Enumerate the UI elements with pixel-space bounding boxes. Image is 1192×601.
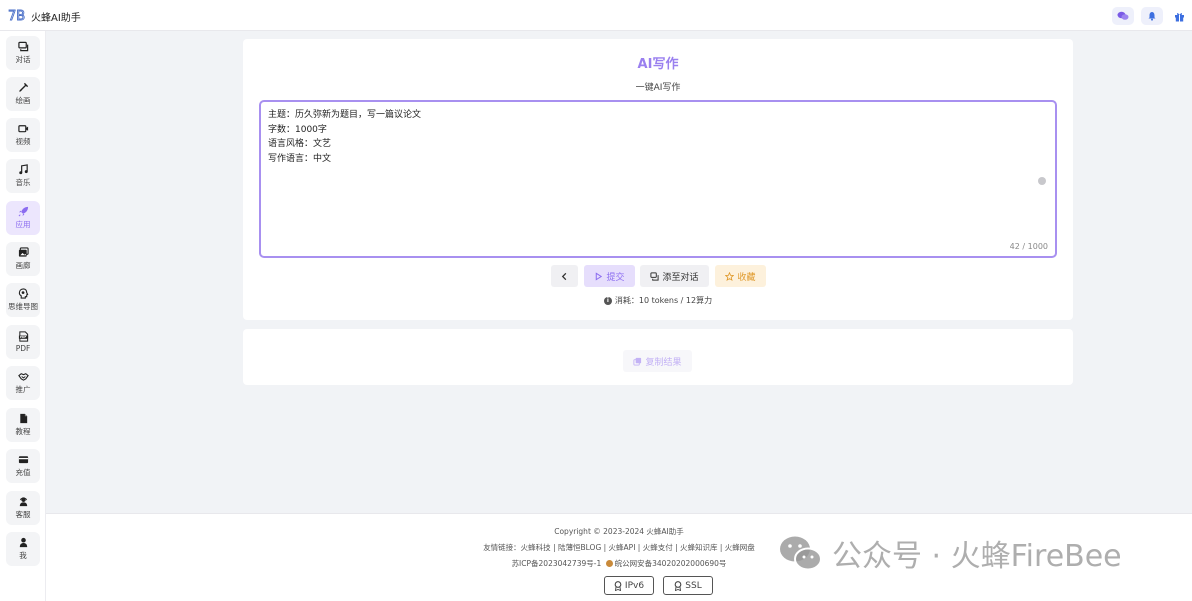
ssl-label: SSL	[685, 580, 702, 591]
bell-icon	[1148, 12, 1156, 21]
copy-icon	[633, 357, 642, 366]
sidebar-item-label: 对话	[15, 55, 31, 64]
ipv6-badge: IPv6	[604, 576, 654, 595]
chevron-left-icon	[561, 272, 567, 280]
gallery-icon	[18, 247, 29, 257]
pdf-icon: PDF	[18, 331, 28, 342]
favorite-label: 收藏	[737, 272, 756, 283]
ssl-badge: SSL	[663, 576, 713, 595]
sidebar-item-pdf[interactable]: PDF PDF	[6, 325, 40, 359]
wechat-logo-icon	[780, 536, 822, 571]
sidebar-item-chat[interactable]: 对话	[6, 36, 40, 70]
back-button[interactable]	[551, 265, 578, 287]
app-logo-icon[interactable]: 7B	[8, 7, 28, 23]
sidebar-item-label: 绘画	[15, 96, 31, 105]
wechat-icon	[1117, 11, 1129, 20]
submit-label: 提交	[606, 272, 625, 283]
result-card: 复制结果	[243, 329, 1073, 385]
sidebar-item-label: 音乐	[15, 178, 31, 187]
sidebar-item-me[interactable]: 我	[6, 532, 40, 566]
play-icon	[596, 271, 603, 281]
sidebar-item-music[interactable]: 音乐	[6, 159, 40, 193]
sidebar-item-label: 画廊	[15, 261, 31, 270]
favorite-button[interactable]: 收藏	[715, 265, 766, 287]
gift-button[interactable]	[1168, 7, 1190, 25]
notification-button[interactable]	[1141, 7, 1163, 25]
cost-text: 消耗：10 tokens / 12算力	[614, 296, 713, 305]
sidebar-item-video[interactable]: 视频	[6, 118, 40, 152]
copy-result-label: 复制结果	[645, 357, 682, 368]
star-icon	[725, 271, 735, 281]
svg-text:PDF: PDF	[19, 335, 26, 339]
chat-icon	[17, 41, 28, 52]
sidebar-item-support[interactable]: 客服	[6, 491, 40, 525]
prompt-line: 语言风格：文艺	[268, 139, 332, 149]
sidebar-item-draw[interactable]: 绘画	[6, 77, 40, 111]
prompt-line: 字数：1000字	[268, 124, 327, 135]
sidebar-item-promote[interactable]: 推广	[6, 366, 40, 400]
document-icon	[19, 413, 27, 424]
watermark: 公众号 · 火蜂FireBee	[778, 533, 1122, 574]
sidebar-item-label: 思维导图	[8, 302, 38, 311]
cost-info: i 消耗：10 tokens / 12算力	[243, 295, 1073, 306]
prompt-line: 写作语言：中文	[268, 153, 332, 164]
submit-button[interactable]: 提交	[584, 265, 635, 287]
sidebar-item-label: 推广	[15, 385, 31, 394]
chat-icon	[650, 271, 660, 281]
sidebar-item-label: 应用	[15, 220, 31, 229]
prompt-line: 主题：历久弥新为题目，写一篇议论文	[268, 110, 422, 120]
copy-result-button[interactable]: 复制结果	[623, 350, 692, 372]
sidebar-item-tutorial[interactable]: 教程	[6, 408, 40, 442]
brush-icon	[18, 82, 28, 93]
wechat-button[interactable]	[1112, 7, 1134, 25]
watermark-text: 公众号 · 火蜂FireBee	[832, 539, 1122, 574]
card-icon	[18, 456, 28, 464]
page-title: AI写作	[637, 57, 679, 72]
police-record-link[interactable]: 皖公网安备34020202000690号	[615, 559, 727, 568]
ai-writing-card: AI写作 一键AI写作 主题：历久弥新为题目，写一篇议论文 字数：1000字 语…	[243, 39, 1073, 320]
user-icon	[19, 537, 27, 548]
sidebar-item-label: 充值	[15, 468, 31, 477]
top-bar: 7B 火蜂AI助手	[0, 0, 1192, 31]
add-to-chat-button[interactable]: 添至对话	[640, 265, 709, 287]
award-icon	[674, 580, 682, 591]
clear-input-icon[interactable]	[1038, 177, 1046, 185]
info-icon: i	[603, 296, 612, 305]
app-title: 火蜂AI助手	[31, 13, 81, 24]
sidebar-item-mindmap[interactable]: 思维导图	[6, 283, 40, 317]
prompt-textarea[interactable]: 主题：历久弥新为题目，写一篇议论文 字数：1000字 语言风格：文艺 写作语言：…	[259, 100, 1057, 258]
sidebar-item-label: PDF	[15, 344, 31, 353]
award-icon	[614, 580, 622, 591]
sidebar-item-recharge[interactable]: 充值	[6, 449, 40, 483]
video-icon	[17, 125, 28, 133]
sidebar-item-label: 视频	[15, 137, 31, 146]
page-subtitle: 一键AI写作	[635, 83, 681, 93]
sidebar-item-gallery[interactable]: 画廊	[6, 242, 40, 276]
icp-link[interactable]: 苏ICP备2023042739号-1	[512, 559, 602, 568]
rocket-icon	[18, 206, 28, 217]
sidebar-item-label: 教程	[15, 427, 31, 436]
music-icon	[18, 164, 28, 175]
ipv6-label: IPv6	[624, 580, 645, 591]
sidebar-item-label: 客服	[15, 510, 31, 519]
mindmap-icon	[18, 288, 28, 299]
char-counter: 42 / 1000	[1009, 242, 1048, 251]
svg-text:7B: 7B	[8, 9, 25, 23]
sidebar-item-apps[interactable]: 应用	[6, 201, 40, 235]
gift-icon	[1174, 12, 1184, 21]
police-badge-icon	[605, 560, 613, 567]
sidebar: 对话 绘画 视频 音乐 应用 画廊 思维导图 PDF PDF 推广 教程 充值	[0, 31, 46, 601]
handshake-icon	[17, 373, 29, 381]
add-to-chat-label: 添至对话	[662, 272, 699, 283]
sidebar-item-label: 我	[19, 551, 27, 560]
support-icon	[19, 497, 27, 507]
